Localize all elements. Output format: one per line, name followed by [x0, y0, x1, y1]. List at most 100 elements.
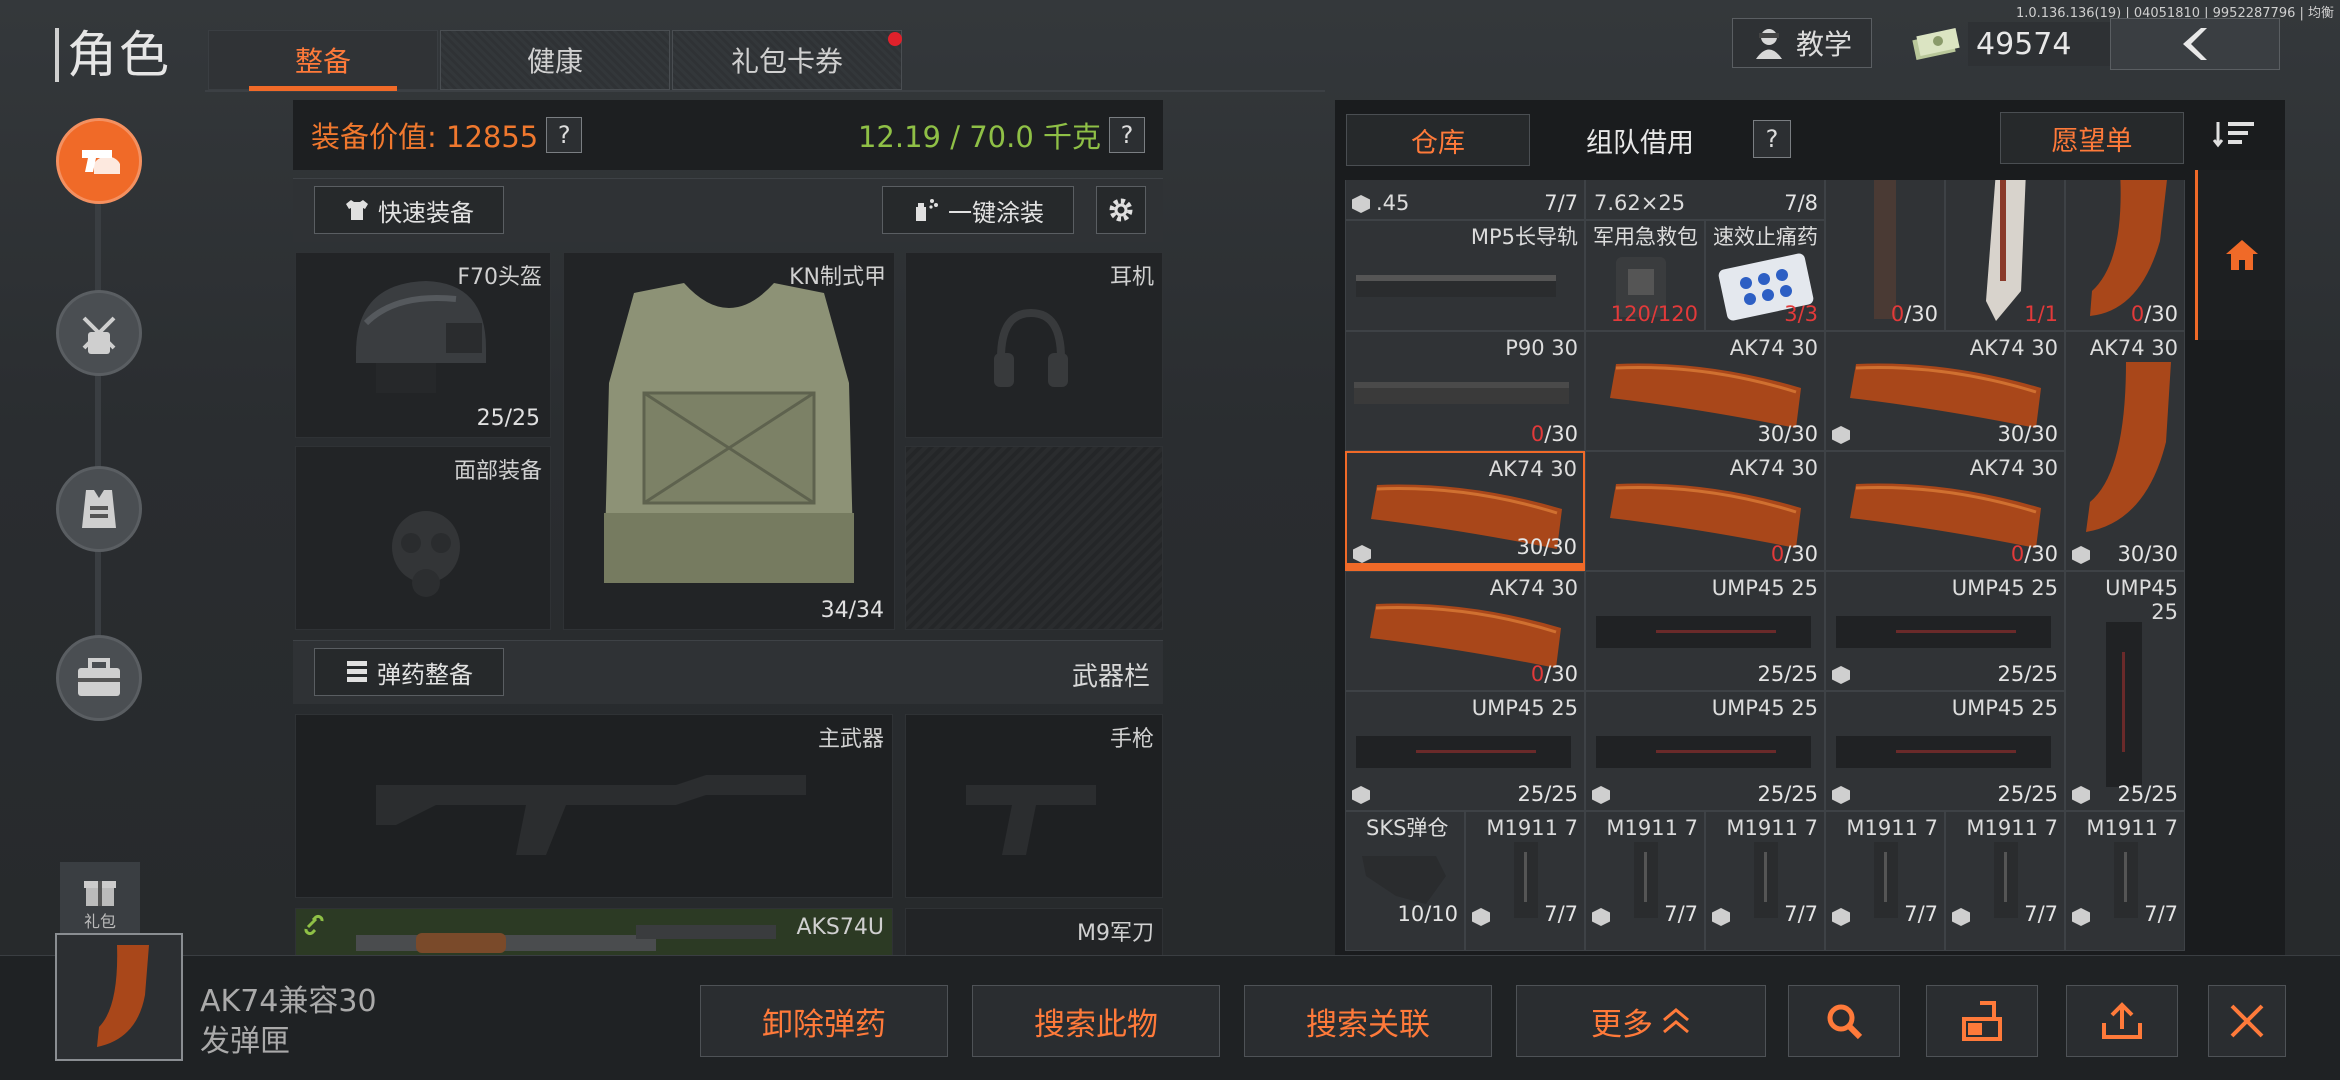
- face-slot[interactable]: 面部装备: [295, 446, 551, 630]
- share-button[interactable]: [2066, 985, 2178, 1057]
- back-arrow-icon: [2183, 28, 2207, 60]
- rail-backpack-button[interactable]: [56, 290, 142, 376]
- item-tag-icon: [1832, 908, 1850, 926]
- sks-clip-image: [1362, 856, 1446, 904]
- paint-button[interactable]: 一键涂装: [882, 186, 1074, 234]
- wishlist-button[interactable]: 愿望单: [2000, 112, 2184, 164]
- item-cell-mp5-rail[interactable]: MP5长导轨: [1345, 220, 1585, 331]
- back-button[interactable]: [2110, 18, 2280, 70]
- rail-vest-button[interactable]: [56, 466, 142, 552]
- item-cell-45[interactable]: .45 7/7: [1345, 180, 1585, 220]
- link-icon: [304, 914, 324, 936]
- item-cell-mag[interactable]: 0/30: [1825, 180, 1945, 331]
- item-cell-ump45[interactable]: UMP45 25 25/25: [1585, 571, 1825, 691]
- search-item-button[interactable]: 搜索此物: [972, 985, 1220, 1057]
- item-count: 120/120: [1610, 302, 1698, 326]
- secondary-weapon-slot[interactable]: AKS74U: [295, 908, 893, 958]
- settings-button[interactable]: [1096, 186, 1146, 234]
- item-name: AK74 30: [2089, 336, 2178, 360]
- item-cell-m1911[interactable]: M1911 7 7/7: [1585, 811, 1705, 951]
- tab-label: 礼包卡券: [730, 45, 843, 78]
- home-strip[interactable]: [2195, 170, 2285, 340]
- item-name: M1911 7: [2086, 816, 2178, 840]
- item-cell-knife[interactable]: 1/1: [1945, 180, 2065, 331]
- item-cell-pills[interactable]: 速效止痛药 3/3: [1705, 220, 1825, 331]
- tab-warehouse[interactable]: 仓库: [1346, 114, 1530, 166]
- home-icon: [2225, 240, 2258, 270]
- item-count: 0/30: [2130, 302, 2178, 326]
- search-button[interactable]: [1788, 985, 1900, 1057]
- item-cell-m1911[interactable]: M1911 7 7/7: [1945, 811, 2065, 951]
- sort-icon[interactable]: [2212, 118, 2256, 148]
- helmet-slot[interactable]: F70头盔 25/25: [295, 252, 551, 438]
- slot-label: F70头盔: [457, 265, 542, 290]
- item-cell-ak74[interactable]: AK74 30 0/30: [1345, 571, 1585, 691]
- item-cell-ump45[interactable]: UMP45 25 25/25: [1825, 571, 2065, 691]
- item-cell-ump45[interactable]: UMP45 25 25/25: [1585, 691, 1825, 811]
- item-cell-mag[interactable]: 0/30: [2065, 180, 2185, 331]
- storage-help-button[interactable]: ?: [1753, 120, 1791, 158]
- item-count: 30/30: [2117, 542, 2178, 566]
- item-cell-m1911[interactable]: M1911 7 7/7: [2065, 811, 2185, 951]
- tab-health[interactable]: 健康: [440, 30, 670, 90]
- rail-case-button[interactable]: [56, 635, 142, 721]
- ak-mag-thumb-image: [97, 945, 149, 1047]
- item-cell-medkit[interactable]: 军用急救包 120/120: [1585, 220, 1705, 331]
- item-cell-ak74-tall[interactable]: AK74 30 30/30: [2065, 331, 2185, 571]
- item-count: 3/3: [1784, 302, 1818, 326]
- tab-label: 仓库: [1411, 127, 1465, 159]
- item-cell-ak74[interactable]: AK74 30 30/30: [1585, 331, 1825, 451]
- search-related-button[interactable]: 搜索关联: [1244, 985, 1492, 1057]
- item-count: 0/30: [1770, 542, 1818, 566]
- more-button[interactable]: 更多: [1516, 985, 1766, 1057]
- item-cell-ak74[interactable]: AK74 30 0/30: [1585, 451, 1825, 571]
- item-tag-icon: [1592, 786, 1610, 804]
- item-name: UMP45 25: [1951, 696, 2058, 720]
- rail-gear-button[interactable]: [56, 118, 142, 204]
- close-button[interactable]: [2208, 985, 2286, 1057]
- weight-help-button[interactable]: ?: [1109, 117, 1145, 153]
- item-cell-m1911[interactable]: M1911 7 7/7: [1465, 811, 1585, 951]
- item-cell-762[interactable]: 7.62×25 7/8: [1585, 180, 1825, 220]
- money-value: 49574: [1968, 22, 2118, 66]
- headset-slot[interactable]: 耳机: [905, 252, 1163, 438]
- transfer-button[interactable]: [1926, 985, 2038, 1057]
- gear-icon: [1109, 198, 1133, 222]
- slot-label: 主武器: [817, 727, 884, 752]
- quick-equip-button[interactable]: 快速装备: [314, 186, 504, 234]
- selected-item-name: AK74兼容30 发弹匣: [200, 982, 377, 1062]
- tab-giftcards[interactable]: 礼包卡券: [672, 30, 902, 90]
- headset-icon: [994, 308, 1068, 387]
- item-name: AK74 30: [1488, 457, 1577, 481]
- melee-slot[interactable]: M9军刀: [905, 908, 1163, 958]
- tab-prep[interactable]: 整备: [208, 30, 438, 91]
- item-cell-ump45-tall[interactable]: UMP45 25 25/25: [2065, 571, 2185, 811]
- item-cell-ump45[interactable]: UMP45 25 25/25: [1825, 691, 2065, 811]
- item-cell-p90[interactable]: P90 30 0/30: [1345, 331, 1585, 451]
- item-cell-ak74[interactable]: AK74 30 30/30: [1825, 331, 2065, 451]
- item-count: 30/30: [1757, 422, 1818, 446]
- item-count: 25/25: [1757, 782, 1818, 806]
- item-tag-icon: [1832, 666, 1850, 684]
- primary-weapon-slot[interactable]: 主武器: [295, 714, 893, 898]
- item-cell-ump45[interactable]: UMP45 25 25/25: [1345, 691, 1585, 811]
- item-cell-m1911[interactable]: M1911 7 7/7: [1705, 811, 1825, 951]
- armor-slot[interactable]: KN制式甲 34/34: [563, 252, 895, 630]
- item-name: AK74 30: [1969, 336, 2058, 360]
- ammo-prep-button[interactable]: 弹药整备: [314, 648, 504, 696]
- item-cell-ak74[interactable]: AK74 30 0/30: [1825, 451, 2065, 571]
- item-count: 1/1: [2024, 302, 2058, 326]
- value-help-button[interactable]: ?: [546, 117, 583, 153]
- item-cell-m1911[interactable]: M1911 7 7/7: [1825, 811, 1945, 951]
- tab-team-borrow[interactable]: 组队借用: [1540, 114, 1740, 166]
- item-count: 25/25: [1517, 782, 1578, 806]
- page-title: 角色: [55, 28, 171, 82]
- mag-image: [1874, 180, 1896, 319]
- item-cell-ak74-selected[interactable]: AK74 30 30/30: [1345, 451, 1585, 571]
- button-label: 卸除弹药: [762, 1006, 886, 1043]
- unload-ammo-button[interactable]: 卸除弹药: [700, 985, 948, 1057]
- tutorial-button[interactable]: 教学: [1732, 18, 1872, 68]
- pistol-slot[interactable]: 手枪: [905, 714, 1163, 898]
- item-cell-sks[interactable]: SKS弹仓 10/10: [1345, 811, 1465, 951]
- item-name: SKS弹仓: [1366, 816, 1449, 840]
